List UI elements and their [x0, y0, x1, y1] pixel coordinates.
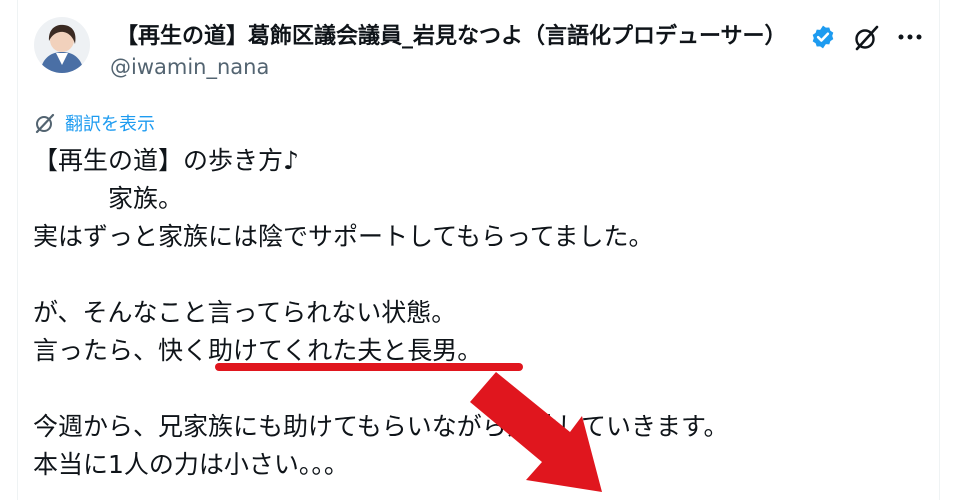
avatar-image: [34, 17, 90, 73]
post-line: が、そんなこと言ってられない状態。: [33, 298, 457, 327]
avatar[interactable]: [34, 17, 90, 73]
translate-link[interactable]: 翻訳を表示: [33, 110, 155, 136]
grok-icon[interactable]: [852, 24, 880, 52]
annotation-arrow-icon: [470, 372, 602, 492]
post-line: 実はずっと家族には陰でサポートしてもらってました。: [33, 222, 654, 251]
verified-badge-icon: [812, 25, 834, 49]
user-handle[interactable]: @iwamin_nana: [110, 52, 269, 82]
annotation-underline: [215, 363, 523, 371]
post-line: 【再生の道】の歩き方♪: [33, 146, 299, 175]
post-line: 家族。: [33, 184, 184, 213]
translate-label: 翻訳を表示: [65, 114, 155, 135]
display-name[interactable]: 【再生の道】葛飾区議会議員_岩見なつよ（言語化プロデューサー）: [116, 22, 806, 52]
post-line: [33, 256, 913, 294]
translate-icon: [35, 113, 55, 134]
more-options-icon[interactable]: [896, 30, 924, 44]
